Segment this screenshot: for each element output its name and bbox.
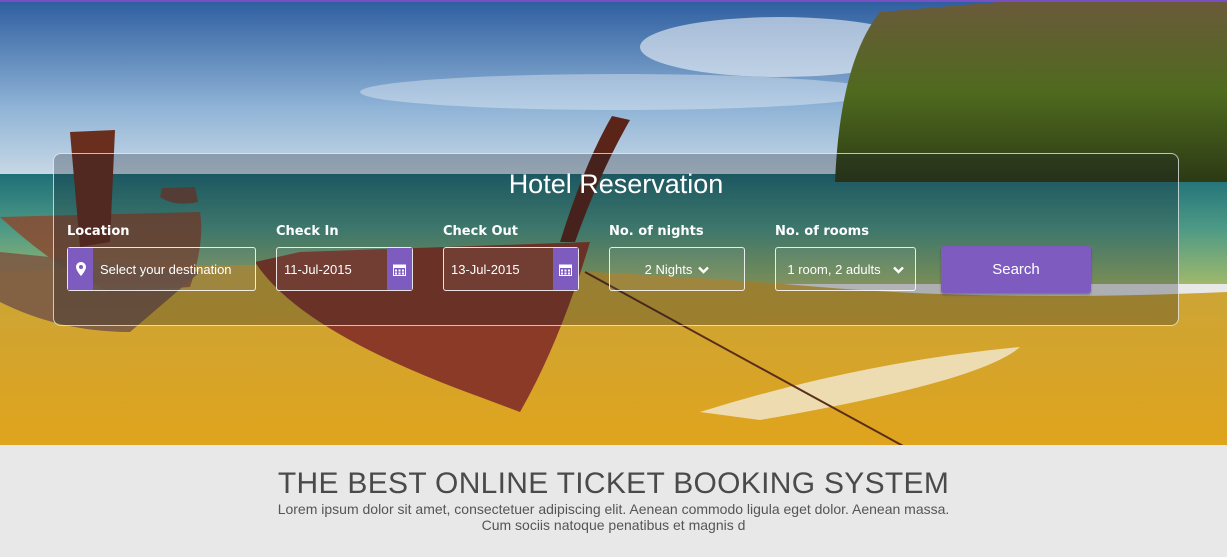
promo-description-line1: Lorem ipsum dolor sit amet, consectetuer… xyxy=(277,501,950,517)
calendar-icon[interactable] xyxy=(387,248,412,290)
chevron-down-icon xyxy=(698,262,710,277)
location-placeholder: Select your destination xyxy=(100,261,232,277)
chevron-down-icon xyxy=(892,262,904,277)
rooms-field: No. of rooms 1 room, 2 adults xyxy=(775,224,916,291)
nights-field: No. of nights 2 Nights xyxy=(609,224,745,291)
map-marker-icon xyxy=(68,248,93,290)
check-in-field: Check In 11-Jul-2015 xyxy=(276,224,413,291)
rooms-select[interactable]: 1 room, 2 adults xyxy=(775,247,916,291)
panel-title: Hotel Reservation xyxy=(508,169,724,199)
location-label: Location xyxy=(67,224,130,239)
check-out-input[interactable]: 13-Jul-2015 xyxy=(443,247,579,291)
location-input[interactable]: Select your destination xyxy=(67,247,256,291)
nights-select[interactable]: 2 Nights xyxy=(609,247,745,291)
nights-value: 2 Nights xyxy=(644,261,693,277)
check-out-field: Check Out 13-Jul-2015 xyxy=(443,224,579,291)
check-in-value: 11-Jul-2015 xyxy=(284,261,352,277)
hero-banner: Hotel Reservation Location Select your d… xyxy=(0,0,1227,445)
check-in-input[interactable]: 11-Jul-2015 xyxy=(276,247,413,291)
promo-section: THE BEST ONLINE TICKET BOOKING SYSTEM Lo… xyxy=(0,445,1227,557)
rooms-label: No. of rooms xyxy=(775,224,869,239)
hotel-reservation-panel: Hotel Reservation Location Select your d… xyxy=(53,153,1179,326)
check-out-value: 13-Jul-2015 xyxy=(451,261,520,277)
promo-description-line2: Cum sociis natoque penatibus et magnis d xyxy=(481,517,746,533)
nights-label: No. of nights xyxy=(609,224,704,239)
calendar-icon[interactable] xyxy=(553,248,578,290)
check-out-label: Check Out xyxy=(443,224,519,239)
promo-headline: THE BEST ONLINE TICKET BOOKING SYSTEM xyxy=(277,467,950,500)
check-in-label: Check In xyxy=(276,224,339,239)
search-button[interactable]: Search xyxy=(941,246,1091,293)
location-field: Location Select your destination xyxy=(67,224,256,291)
rooms-value: 1 room, 2 adults xyxy=(787,261,881,277)
